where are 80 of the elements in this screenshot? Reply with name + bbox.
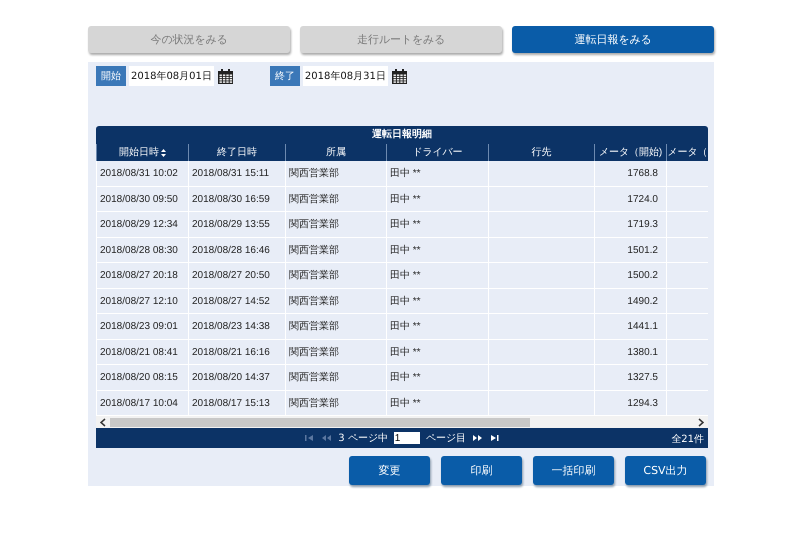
table-cell: 関西営業部 [285,161,386,186]
column-header[interactable]: 終了日時 [188,144,285,161]
table-cell: 2018/08/21 16:16 [188,340,285,365]
table-cell: 2018/08/29 12:34 [96,212,188,238]
page-suffix: ページ目 [426,432,466,445]
table-cell: 田中 ** [386,390,488,416]
table-cell: 1724.0 [594,186,666,212]
action-button[interactable]: 変更 [349,456,430,485]
table-cell: 2018/08/21 08:41 [96,340,188,365]
action-button[interactable]: CSV出力 [625,456,706,485]
table-cell: 1294.3 [594,390,666,416]
next-page-icon[interactable] [472,433,483,443]
table-cell: 田中 ** [386,288,488,314]
table-cell: 2018/08/17 10:04 [96,390,188,416]
sort-icon[interactable] [161,148,166,156]
table-cell: 田中 ** [386,340,488,365]
table-cell: 2018/08/30 09:50 [96,186,188,212]
table-cell: 2018/08/29 13:55 [188,212,285,238]
table-cell: 1441.1 [594,314,666,340]
table-cell: 2018/08/27 20:50 [188,263,285,288]
action-button[interactable]: 一括印刷 [533,456,614,485]
scroll-right-icon[interactable] [698,418,704,426]
table-cell: 田中 ** [386,161,488,186]
column-header[interactable]: 開始日時 [96,144,188,161]
table-cell: 2018/08/27 14:52 [188,288,285,314]
column-header[interactable]: メータ（ [666,144,708,161]
table-cell: 1490.2 [594,288,666,314]
table-cell: 田中 ** [386,212,488,238]
table-cell: 2018/08/23 09:01 [96,314,188,340]
table-cell: 田中 ** [386,365,488,390]
calendar-icon[interactable] [390,68,408,84]
date-label: 開始 [96,66,126,86]
table-cell: 田中 ** [386,238,488,263]
column-header[interactable]: ドライバー [386,144,488,161]
table-cell: 2018/08/30 16:59 [188,186,285,212]
total-count: 全21件 [671,433,704,446]
date-field[interactable]: 2018年08月01日 [129,66,214,86]
date-field[interactable]: 2018年08月31日 [302,66,388,86]
table-cell: 関西営業部 [285,390,386,416]
table-cell: 田中 ** [386,263,488,288]
table-cell: 1768.8 [594,161,666,186]
tab[interactable]: 運転日報をみる [512,26,714,53]
table-cell: 関西営業部 [285,212,386,238]
column-header[interactable]: メータ（開始) [594,144,666,161]
table-cell: 関西営業部 [285,340,386,365]
table-cell: 2018/08/20 14:37 [188,365,285,390]
date-label: 終了 [270,66,300,86]
table-cell: 2018/08/27 20:18 [96,263,188,288]
table-cell: 関西営業部 [285,288,386,314]
table-cell: 関西営業部 [285,238,386,263]
action-button[interactable]: 印刷 [441,456,522,485]
table-cell: 2018/08/31 10:02 [96,161,188,186]
table-cell: 2018/08/23 14:38 [188,314,285,340]
page-count: 3 ページ中 [338,432,388,445]
column-header[interactable]: 行先 [488,144,594,161]
table-cell: 関西営業部 [285,365,386,390]
table-cell: 1380.1 [594,340,666,365]
column-header[interactable]: 所属 [285,144,386,161]
table-cell: 1500.2 [594,263,666,288]
last-page-icon[interactable] [488,433,500,443]
table-cell: 関西営業部 [285,263,386,288]
table-cell: 2018/08/27 12:10 [96,288,188,314]
table-cell: 関西営業部 [285,186,386,212]
table-title: 運転日報明細 [96,126,708,144]
table-cell [666,161,708,186]
horizontal-scrollbar[interactable] [96,416,708,428]
table-cell: 1327.5 [594,365,666,390]
table-cell: 1719.3 [594,212,666,238]
table-cell: 1501.2 [594,238,666,263]
table-cell: 2018/08/28 08:30 [96,238,188,263]
scroll-left-icon[interactable] [100,418,106,426]
table-cell: 2018/08/20 08:15 [96,365,188,390]
table-cell: 2018/08/28 16:46 [188,238,285,263]
page-input[interactable]: 1 [394,432,420,444]
table-cell: 田中 ** [386,314,488,340]
table-cell: 関西営業部 [285,314,386,340]
table-cell: 2018/08/17 15:13 [188,390,285,416]
calendar-icon[interactable] [216,68,234,84]
table-cell: 2018/08/31 15:11 [188,161,285,186]
table-cell: 田中 ** [386,186,488,212]
